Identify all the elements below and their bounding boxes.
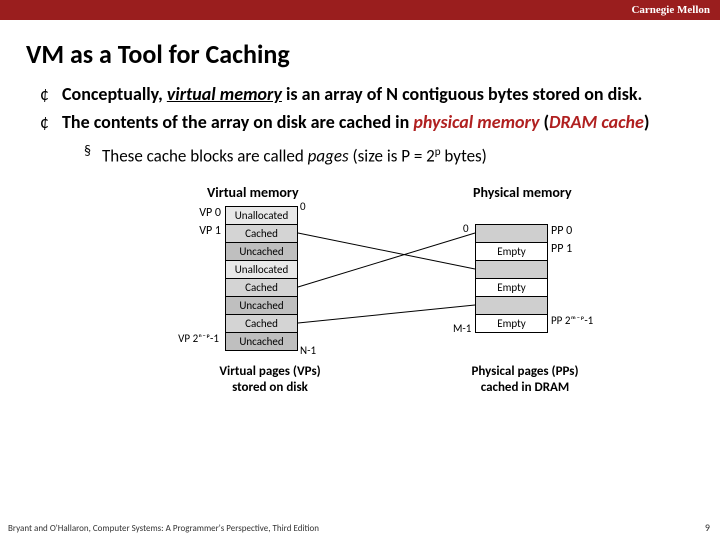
vm-caption: Virtual pages (VPs) stored on disk [195,364,345,396]
pm-caption: Physical pages (PPs) cached in DRAM [445,364,605,396]
pm-row [476,224,548,242]
text-italic: pages [308,146,349,167]
vm-row: Uncached [226,296,298,314]
sub-bullet-icon: § [84,140,102,168]
pm-row: Empty [476,278,548,296]
header-bar: Carnegie Mellon [0,0,720,20]
vp1-label: VP 1 [171,224,221,238]
vp0-label: VP 0 [171,206,221,220]
bullet-1-text: Conceptually, virtual memory is an array… [62,82,642,106]
institution-label: Carnegie Mellon [631,4,710,16]
pm-column-header: Physical memory [473,184,572,201]
vm-row: Uncached [226,332,298,350]
caption-line: Physical pages (PPs) [471,364,578,379]
bullet-icon: ¢ [40,110,62,134]
vm-column-header: Virtual memory [207,184,299,201]
bullet-2: ¢ The contents of the array on disk are … [40,110,690,134]
content-area: ¢ Conceptually, virtual memory is an arr… [0,82,720,434]
pm-table: Empty Empty Empty [475,224,548,333]
vm-zero-label: 0 [300,200,306,213]
bullet-1: ¢ Conceptually, virtual memory is an arr… [40,82,690,106]
vm-diagram: Virtual memory Physical memory VP 0 VP 1… [65,184,665,434]
mapping-lines [65,184,665,434]
bullet-icon: ¢ [40,82,62,106]
vm-row: Unallocated [226,260,298,278]
text: (size is P = 2 [349,146,435,167]
caption-line: cached in DRAM [481,380,570,395]
vm-row: Cached [226,278,298,296]
caption-line: stored on disk [232,380,308,395]
pm-row: Empty [476,314,548,332]
vm-n1-label: N-1 [300,344,316,357]
pm-row [476,260,548,278]
text: Conceptually, [62,83,167,105]
text: The contents of the array on disk are ca… [62,111,413,133]
vm-row: Cached [226,314,298,332]
page-number: 9 [705,521,710,534]
vm-table: Unallocated Cached Uncached Unallocated … [225,206,298,351]
pm-row [476,296,548,314]
pp1-label: PP 1 [551,242,572,256]
vm-row: Cached [226,224,298,242]
pm-zero-label: 0 [463,222,469,235]
vplast-label: VP 2ⁿ⁻ᵖ-1 [159,332,219,345]
sub-bullet-text: These cache blocks are called pages (siz… [102,140,487,168]
footer-citation: Bryant and O'Hallaron, Computer Systems:… [8,523,319,534]
pp0-label: PP 0 [551,224,572,238]
slide-title: VM as a Tool for Caching [0,20,720,82]
text: These cache blocks are called [102,146,308,167]
caption-line: Virtual pages (VPs) [219,364,320,379]
pm-row: Empty [476,242,548,260]
text-underlined: virtual memory [167,83,282,105]
pplast-label: PP 2ᵐ⁻ᵖ-1 [551,314,593,327]
text: ( [539,111,549,133]
vm-row: Unallocated [226,206,298,224]
sub-bullet: § These cache blocks are called pages (s… [84,140,690,168]
text-emphasis: DRAM cache [549,111,644,133]
text-emphasis: physical memory [413,111,539,133]
text: bytes) [441,146,487,167]
bullet-2-text: The contents of the array on disk are ca… [62,110,649,134]
vm-row: Uncached [226,242,298,260]
text: is an array of N contiguous bytes stored… [282,83,642,105]
pm-m1-label: M-1 [453,322,471,335]
text: ) [644,111,650,133]
